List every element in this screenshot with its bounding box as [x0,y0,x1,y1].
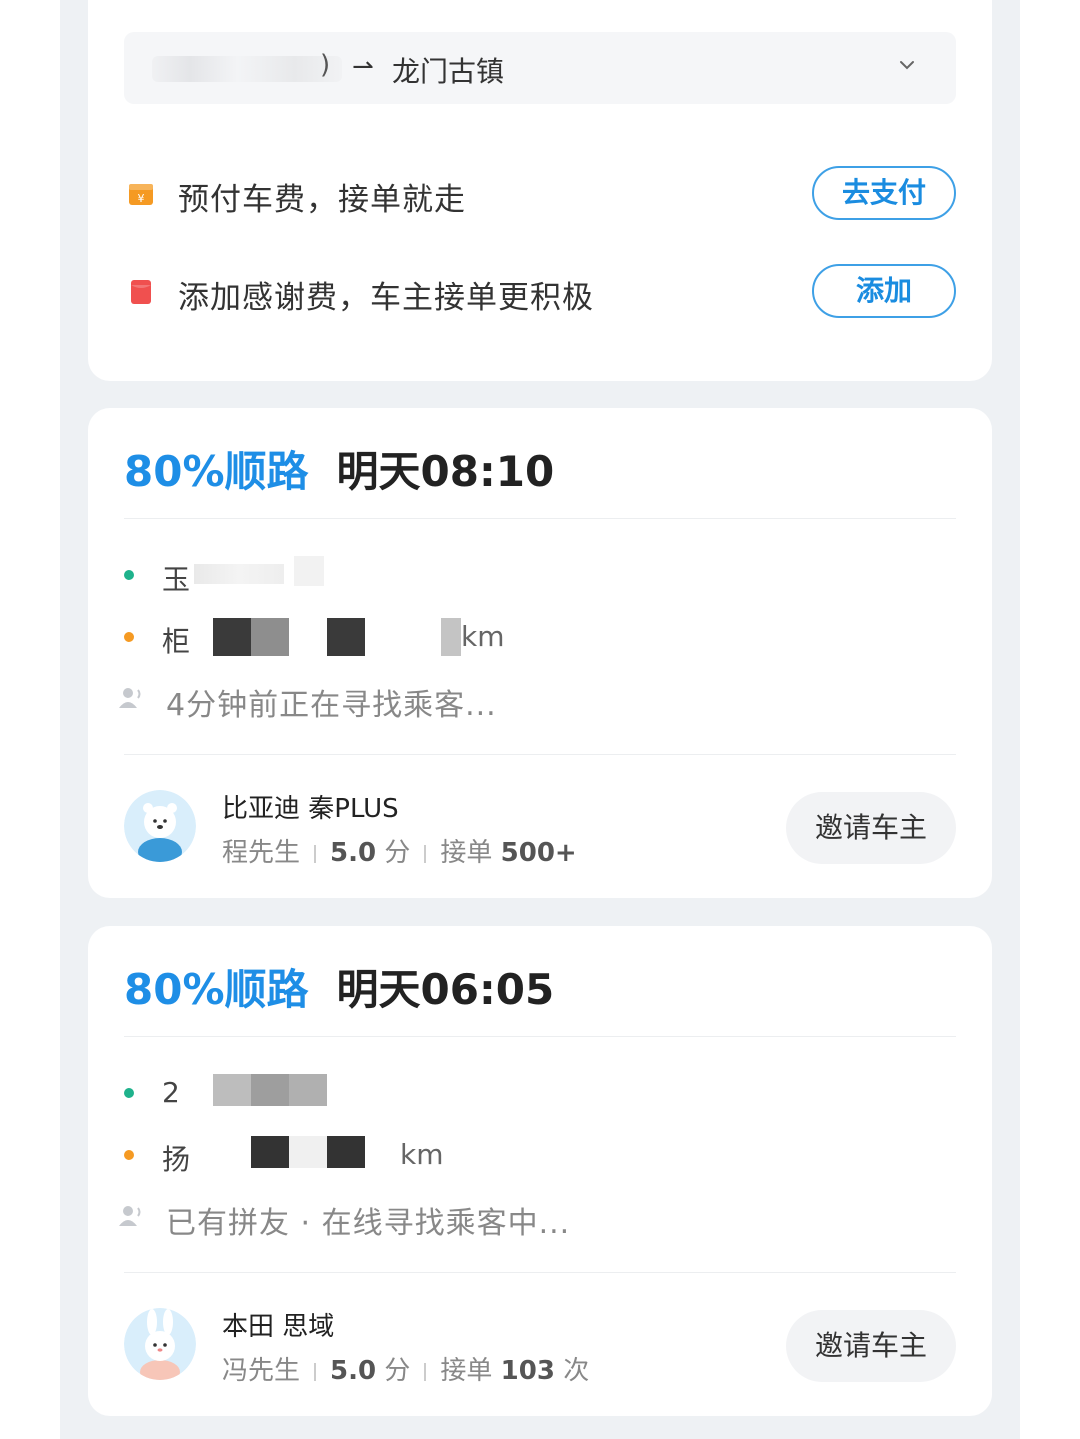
route-selector[interactable]: ) ⇀ 龙门古镇 [124,32,956,104]
redacted-block [294,556,324,586]
dropoff-dot-icon [124,1150,134,1160]
pickup-dot-icon [124,570,134,580]
prepay-option-text: 预付车费，接单就走 [178,182,466,218]
redacted-block [327,1136,365,1168]
invite-driver-button[interactable]: 邀请车主 [786,1310,956,1382]
redacted-block [251,618,289,656]
separator [424,844,427,863]
separator [424,1362,427,1381]
distance-unit: km [461,620,505,653]
status-text: 4分钟前正在寻找乘客... [166,688,497,723]
yuan-wallet-icon: ¥ [129,184,153,205]
prepay-option-row: ¥ 预付车费，接单就走 去支付 [124,166,956,222]
redacted-block [251,1074,289,1106]
driver-info: 本田 思域 冯先生 5.0 分接单 103 次 邀请车主 [124,1306,956,1386]
route-arrow-icon: ⇀ [352,52,374,82]
departure-time: 明天06:05 [336,965,555,1014]
divider [124,754,956,755]
trip-status: 已有拼友 · 在线寻找乘客中... [118,1194,818,1241]
driver-meta: 冯先生 5.0 分接单 103 次 [222,1350,589,1387]
passenger-icon [119,1206,141,1226]
car-model: 比亚迪 秦PLUS [222,794,399,824]
redacted-block [213,1074,251,1106]
divider [124,518,956,519]
rating-unit: 分 [384,838,411,868]
svg-text:¥: ¥ [138,192,145,205]
add-tip-button[interactable]: 添加 [812,264,956,318]
route-match-percent: 80%顺路 [124,965,309,1014]
trip-card[interactable]: 80%顺路 明天08:10 玉 柜 km 4分钟前正在寻找乘客... 比亚迪 秦… [88,408,992,898]
pickup-address: 2 [162,1076,180,1109]
trip-header: 80%顺路 明天08:10 [124,438,554,498]
route-origin-tail: ) [320,50,331,80]
pickup-stop: 玉 [124,556,724,596]
avatar [124,790,196,862]
dropoff-stop: 扬 km [124,1136,724,1176]
rating-unit: 分 [384,1356,411,1386]
pay-button[interactable]: 去支付 [812,166,956,220]
trip-card[interactable]: 80%顺路 明天06:05 2 扬 km 已有拼友 · 在线寻找乘客中... 本… [88,926,992,1416]
tip-option-text: 添加感谢费，车主接单更积极 [178,280,594,316]
avatar [124,1308,196,1380]
dropoff-stop: 柜 km [124,618,724,658]
driver-rating: 5.0 [330,1356,377,1386]
orders-label: 接单 [440,838,493,868]
dropoff-dot-icon [124,632,134,642]
dropoff-address: 扬 [162,1143,191,1176]
driver-meta: 程先生 5.0 分接单 500+ [222,832,577,869]
redacted-block [289,1074,327,1106]
route-match-percent: 80%顺路 [124,447,309,496]
divider [124,1036,956,1037]
trip-status: 4分钟前正在寻找乘客... [118,676,818,723]
driver-name: 程先生 [222,838,301,868]
orders-label: 接单 [440,1356,493,1386]
redacted-block [251,1136,289,1168]
orders-unit: 次 [563,1356,590,1386]
driver-name: 冯先生 [222,1356,301,1386]
route-origin-redacted [152,56,342,82]
departure-time: 明天08:10 [336,447,555,496]
tip-option-row: 添加感谢费，车主接单更积极 添加 [124,264,956,320]
trip-header: 80%顺路 明天06:05 [124,956,554,1016]
redacted-block [213,618,251,656]
orders-count: 500+ [500,838,577,868]
passenger-icon [119,688,141,708]
status-text: 已有拼友 · 在线寻找乘客中... [166,1206,571,1241]
redacted-block [194,564,284,584]
orders-count: 103 [500,1356,555,1386]
redacted-block [441,618,461,656]
redacted-block [289,1136,327,1168]
car-model: 本田 思域 [222,1312,335,1342]
driver-rating: 5.0 [330,838,377,868]
pickup-address: 玉 [162,563,191,596]
pickup-stop: 2 [124,1074,724,1114]
order-options-card: ) ⇀ 龙门古镇 ¥ 预付车费，接单就走 去支付 添加感谢费，车主接单更积极 添… [88,0,992,381]
invite-driver-button[interactable]: 邀请车主 [786,792,956,864]
distance-unit: km [400,1138,444,1171]
separator [314,844,317,863]
driver-info: 比亚迪 秦PLUS 程先生 5.0 分接单 500+ 邀请车主 [124,788,956,868]
redacted-block [327,618,365,656]
route-destination: 龙门古镇 [392,55,505,88]
pickup-dot-icon [124,1088,134,1098]
separator [314,1362,317,1381]
divider [124,1272,956,1273]
red-envelope-icon [131,280,151,304]
chevron-down-icon[interactable] [898,56,916,74]
dropoff-address: 柜 [162,625,191,658]
